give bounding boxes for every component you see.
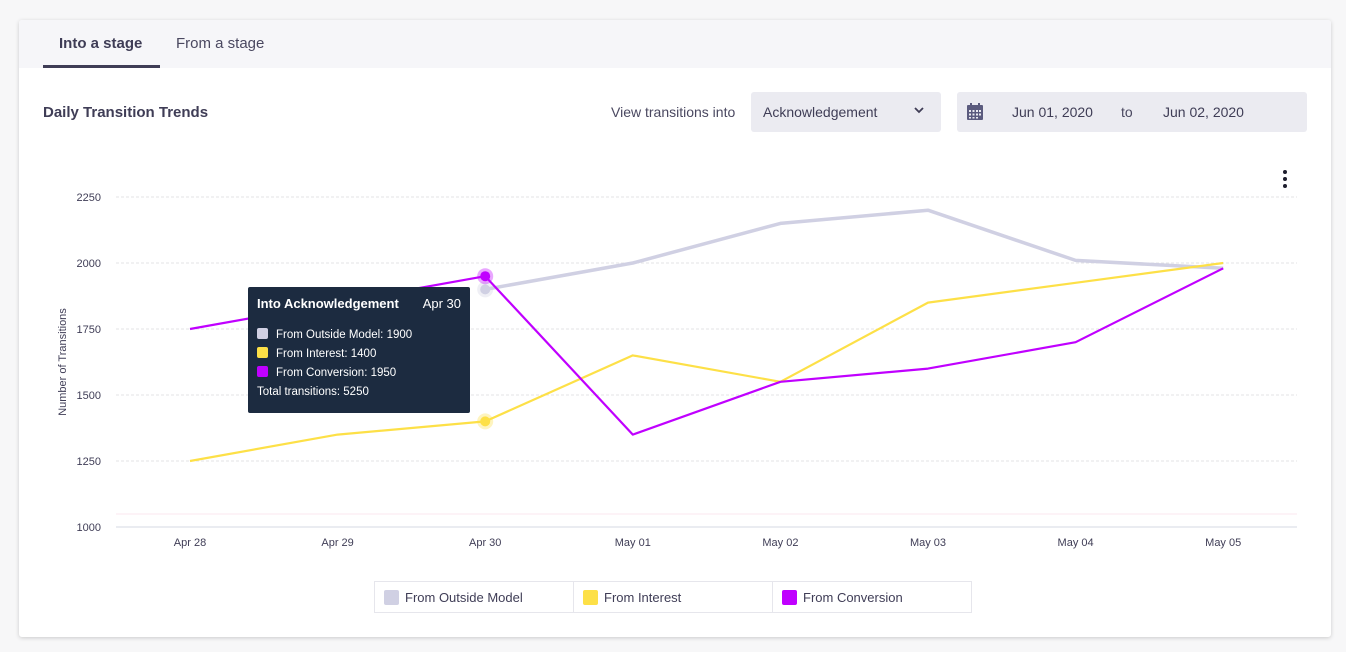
tooltip-total: Total transitions: 5250 (257, 386, 369, 398)
tooltip-row-label: From Interest: 1400 (276, 348, 377, 360)
tooltip-swatch (257, 347, 268, 358)
x-tick-label: May 05 (1205, 537, 1241, 549)
line-chart: 1000 1250 1500 1750 2000 2250 Apr 28 Apr 29 Apr … (57, 192, 1297, 549)
tooltip-row: From Outside Model: 1900 (257, 328, 412, 341)
chart-legend: From Outside Model From Interest From Co… (374, 581, 972, 613)
tooltip-row-label: From Outside Model: 1900 (276, 329, 413, 341)
x-tick-label: Apr 28 (174, 537, 206, 549)
tooltip-title: Into Acknowledgement (257, 296, 399, 311)
y-tick-label: 1250 (77, 456, 101, 468)
legend-swatch (583, 590, 598, 605)
data-point (480, 416, 491, 427)
tooltip-date: Apr 30 (422, 296, 461, 311)
legend-swatch (384, 590, 399, 605)
data-point (480, 271, 491, 282)
y-tick-label: 1750 (77, 324, 101, 336)
x-tick-label: Apr 30 (469, 537, 501, 549)
legend-swatch (782, 590, 797, 605)
y-tick-label: 1000 (77, 522, 101, 534)
legend-label: From Interest (604, 590, 682, 605)
legend-label: From Outside Model (405, 590, 523, 605)
chart-tooltip: Into Acknowledgement Apr 30 From Outside… (248, 287, 470, 413)
x-tick-label: May 04 (1058, 537, 1094, 549)
x-tick-label: Apr 29 (321, 537, 353, 549)
legend-item-interest[interactable]: From Interest (573, 581, 773, 613)
tooltip-row: From Conversion: 1950 (257, 366, 396, 379)
x-tick-label: May 01 (615, 537, 651, 549)
y-tick-label: 1500 (77, 390, 101, 402)
tooltip-swatch (257, 328, 268, 339)
tooltip-row: From Interest: 1400 (257, 347, 376, 360)
legend-label: From Conversion (803, 590, 903, 605)
x-tick-label: May 02 (762, 537, 798, 549)
tooltip-swatch (257, 366, 268, 377)
transition-trends-card: Into a stage From a stage Daily Transiti… (19, 20, 1331, 637)
y-tick-label: 2250 (77, 192, 101, 204)
tooltip-row-label: From Conversion: 1950 (276, 367, 397, 379)
data-point (480, 284, 491, 295)
x-tick-label: May 03 (910, 537, 946, 549)
y-axis-title: Number of Transitions (57, 308, 69, 416)
y-tick-label: 2000 (77, 258, 101, 270)
legend-item-conversion[interactable]: From Conversion (772, 581, 972, 613)
legend-item-outside-model[interactable]: From Outside Model (374, 581, 574, 613)
